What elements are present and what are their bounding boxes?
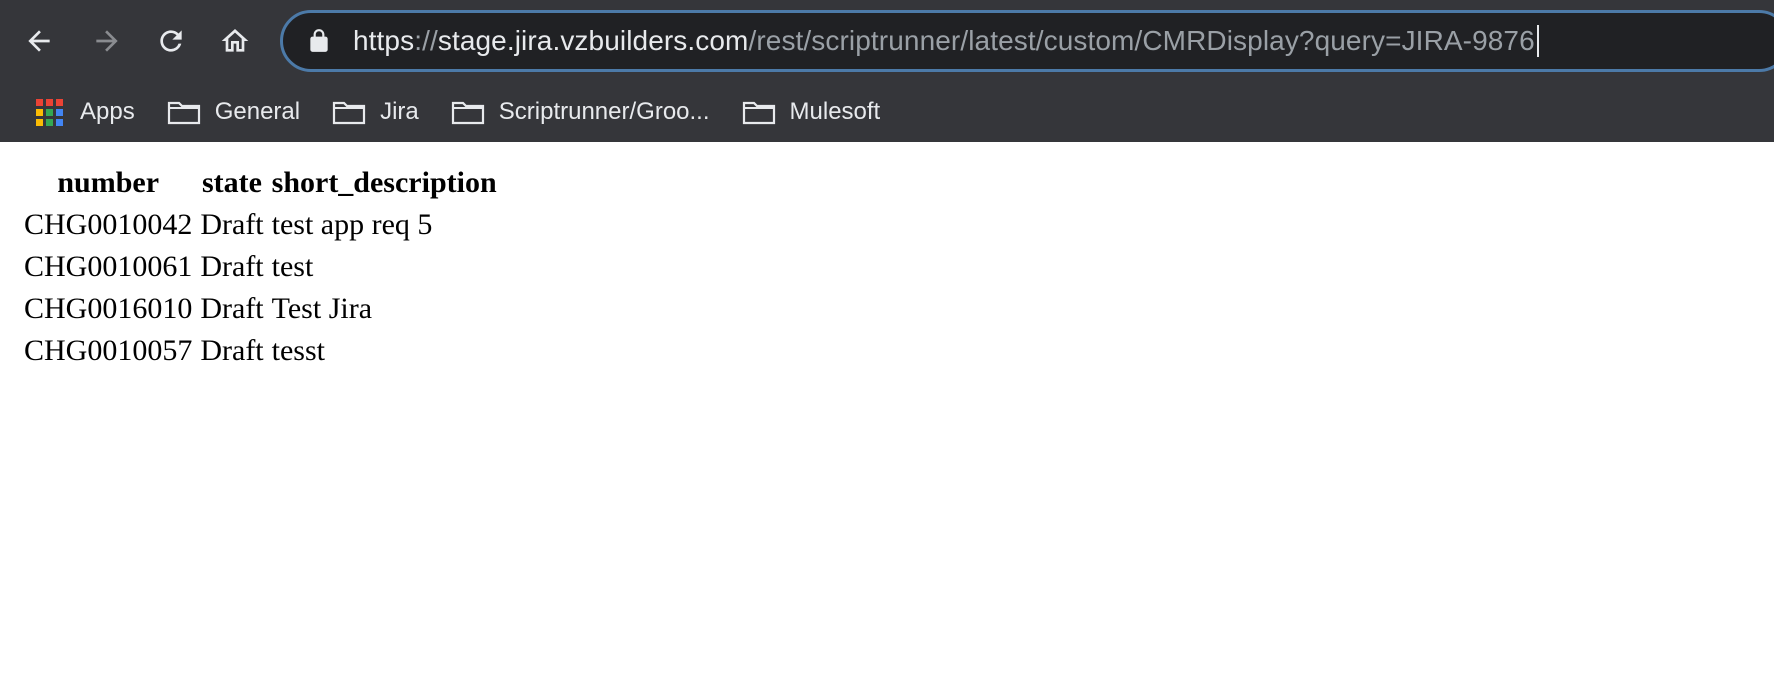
bookmark-label: Mulesoft xyxy=(789,98,881,125)
arrow-right-icon xyxy=(96,30,118,52)
cell-number: CHG0010042 xyxy=(24,208,193,241)
browser-chrome: https://stage.jira.vzbuilders.com/rest/s… xyxy=(0,0,1774,142)
table-header-row: number state short_description xyxy=(22,164,499,202)
folder-icon xyxy=(332,97,366,127)
folder-icon xyxy=(451,97,485,127)
bookmark-folder-mulesoft[interactable]: Mulesoft xyxy=(738,90,889,134)
bookmark-apps[interactable]: Apps xyxy=(28,90,143,134)
url-text[interactable]: https://stage.jira.vzbuilders.com/rest/s… xyxy=(353,25,1539,57)
bookmark-label: Apps xyxy=(80,98,135,125)
cell-number: CHG0016010 xyxy=(24,292,193,325)
cell-short-description: test xyxy=(271,250,314,283)
cell-state: Draft xyxy=(200,250,264,283)
cell-short-description: test app req 5 xyxy=(271,208,433,241)
back-button[interactable] xyxy=(12,14,66,68)
bookmark-label: Scriptrunner/Groo... xyxy=(498,98,710,125)
url-separator: :// xyxy=(414,25,438,56)
folder-icon xyxy=(742,97,776,127)
cell-state: Draft xyxy=(200,208,264,241)
reload-button[interactable] xyxy=(144,14,198,68)
table-row: CHG0010042 Draft test app req 5 xyxy=(22,206,499,244)
column-header-state: state xyxy=(202,166,262,199)
lock-icon[interactable] xyxy=(303,25,335,57)
bookmarks-bar: Apps General Jira Scriptrunner/Groo... M… xyxy=(0,82,1774,142)
column-header-short-description: short_description xyxy=(271,166,497,199)
page-content: number state short_description CHG001004… xyxy=(0,142,1774,696)
address-bar[interactable]: https://stage.jira.vzbuilders.com/rest/s… xyxy=(280,10,1774,72)
cell-short-description: Test Jira xyxy=(271,292,373,325)
url-scheme: https xyxy=(353,25,415,56)
url-path: /rest/scriptrunner/latest/custom/CMRDisp… xyxy=(748,25,1535,56)
text-caret xyxy=(1536,25,1539,57)
column-header-number: number xyxy=(57,166,160,199)
folder-icon xyxy=(167,97,201,127)
bookmark-folder-general[interactable]: General xyxy=(163,90,308,134)
cell-state: Draft xyxy=(200,292,264,325)
bookmark-folder-jira[interactable]: Jira xyxy=(328,90,427,134)
forward-button[interactable] xyxy=(80,14,134,68)
cell-number: CHG0010061 xyxy=(24,250,193,283)
bookmark-folder-scriptrunner[interactable]: Scriptrunner/Groo... xyxy=(447,90,718,134)
cell-number: CHG0010057 xyxy=(24,334,193,367)
bookmark-label: General xyxy=(214,98,301,125)
cell-short-description: tesst xyxy=(271,334,325,367)
table-row: CHG0010061 Draft test xyxy=(22,248,499,286)
table-row: CHG0016010 Draft Test Jira xyxy=(22,290,499,328)
home-icon xyxy=(221,29,249,52)
bookmark-label: Jira xyxy=(380,98,419,125)
browser-toolbar: https://stage.jira.vzbuilders.com/rest/s… xyxy=(0,0,1774,82)
home-button[interactable] xyxy=(208,14,262,68)
arrow-left-icon xyxy=(28,30,50,52)
cmr-table: number state short_description CHG001004… xyxy=(18,160,503,374)
cell-state: Draft xyxy=(200,334,264,367)
url-host: stage.jira.vzbuilders.com xyxy=(437,25,749,56)
reload-icon xyxy=(160,30,182,52)
table-row: CHG0010057 Draft tesst xyxy=(22,332,499,370)
apps-grid-icon xyxy=(32,97,66,127)
